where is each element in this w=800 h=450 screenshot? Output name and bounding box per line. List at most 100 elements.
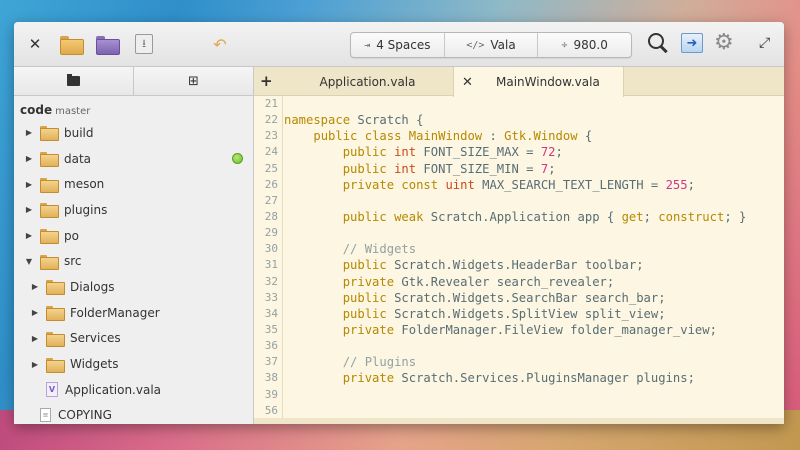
header-bar: ✕ ⭳ ↶ ⇥ 4 Spaces </> Vala ÷ 980.0 ➜ ⚙ ⤢ <box>14 22 784 67</box>
gear-icon[interactable]: ⚙ <box>714 31 734 55</box>
line-selector[interactable]: ÷ 980.0 <box>537 33 631 57</box>
code-line[interactable]: 24 public int FONT_SIZE_MAX = 72; <box>254 144 784 160</box>
code-line[interactable]: 28 public weak Scratch.Application app {… <box>254 209 784 225</box>
expander-arrow-down-icon[interactable]: ▼ <box>24 257 34 266</box>
tab-symbols[interactable]: ⊞ <box>133 67 253 95</box>
tree-item-plugins[interactable]: ▶ plugins <box>14 197 253 223</box>
folder-icon <box>46 357 65 373</box>
code-token: 255 <box>665 177 688 192</box>
tree-item-src[interactable]: ▼ src <box>14 248 253 274</box>
folder-icon <box>40 126 59 142</box>
tree-item-copying[interactable]: ≡ COPYING <box>14 403 253 424</box>
tree-item-label: data <box>64 151 92 166</box>
tab-application-vala[interactable]: Application.vala <box>282 67 454 96</box>
folder-icon <box>46 280 65 296</box>
tab-files[interactable] <box>14 67 133 95</box>
code-line[interactable]: 36 <box>254 338 784 354</box>
fullscreen-icon[interactable]: ⤢ <box>759 35 770 51</box>
code-token: FONT_SIZE_MAX = <box>416 145 541 160</box>
code-line[interactable]: 29 <box>254 225 784 241</box>
outline-icon: ⊞ <box>188 73 199 89</box>
code-token: MainWindow <box>408 129 483 144</box>
line-source: // Plugins <box>280 354 416 370</box>
code-line[interactable]: 33 public Scratch.Widgets.SearchBar sear… <box>254 290 784 306</box>
revert-button[interactable]: ↶ <box>207 32 233 56</box>
tree-item-data[interactable]: ▶ data <box>14 146 253 172</box>
indent-selector[interactable]: ⇥ 4 Spaces <box>351 33 444 57</box>
line-source: private Scratch.Services.PluginsManager … <box>280 370 695 386</box>
code-line[interactable]: 56 <box>254 403 784 419</box>
code-token: Scratch { <box>350 113 424 128</box>
open-folder-button[interactable] <box>58 32 84 56</box>
code-line[interactable]: 26 private const uint MAX_SEARCH_TEXT_LE… <box>254 177 784 193</box>
folder-icon <box>46 331 65 347</box>
search-icon[interactable] <box>648 33 670 55</box>
expander-arrow-icon[interactable]: ▶ <box>24 180 34 189</box>
code-icon: </> <box>466 39 485 51</box>
code-line[interactable]: 22 namespace Scratch { <box>254 112 784 128</box>
save-button[interactable]: ⭳ <box>131 32 157 56</box>
tree-item-meson[interactable]: ▶ meson <box>14 171 253 197</box>
open-project-button[interactable] <box>94 32 120 56</box>
code-line[interactable]: 25 public int FONT_SIZE_MIN = 7; <box>254 161 784 177</box>
code-line[interactable]: 35 private FolderManager.FileView folder… <box>254 322 784 338</box>
expander-arrow-icon[interactable]: ▶ <box>30 308 40 317</box>
tree-item-po[interactable]: ▶ po <box>14 223 253 249</box>
line-source: private FolderManager.FileView folder_ma… <box>280 322 717 338</box>
code-line[interactable]: 34 public Scratch.Widgets.SplitView spli… <box>254 306 784 322</box>
code-token: weak <box>394 209 424 224</box>
expander-arrow-icon[interactable]: ▶ <box>30 282 40 291</box>
line-number: 23 <box>264 129 278 143</box>
tree-item-dialogs[interactable]: ▶ Dialogs <box>14 274 253 300</box>
tab-mainwindow-vala[interactable]: ✕ MainWindow.vala <box>453 67 624 97</box>
code-token: Gtk.Revealer search_revealer; <box>394 274 615 289</box>
project-header[interactable]: code master <box>14 96 253 120</box>
language-label: Vala <box>490 38 516 52</box>
code-line[interactable]: 38 private Scratch.Services.PluginsManag… <box>254 370 784 386</box>
expander-arrow-icon[interactable]: ▶ <box>24 231 34 240</box>
expander-arrow-icon[interactable]: ▶ <box>24 128 34 137</box>
code-line[interactable]: 37 // Plugins <box>254 354 784 370</box>
tree-item-services[interactable]: ▶ Services <box>14 326 253 352</box>
folder-open-icon <box>40 254 59 270</box>
tree-item-widgets[interactable]: ▶ Widgets <box>14 351 253 377</box>
expander-arrow-icon[interactable]: ▶ <box>30 334 40 343</box>
editor-bottom-strip <box>254 418 784 424</box>
code-line[interactable]: 32 private Gtk.Revealer search_revealer; <box>254 274 784 290</box>
code-token: ; <box>548 161 556 176</box>
close-icon[interactable]: ✕ <box>462 75 473 90</box>
code-line[interactable]: 39 <box>254 387 784 403</box>
code-line[interactable]: 30 // Widgets <box>254 241 784 257</box>
expander-arrow-icon[interactable]: ▶ <box>30 360 40 369</box>
code-line[interactable]: 21 <box>254 96 784 112</box>
line-number: 31 <box>264 258 278 272</box>
code-token: uint <box>445 177 475 192</box>
code-token: private <box>342 274 395 289</box>
language-selector[interactable]: </> Vala <box>443 33 538 57</box>
code-line[interactable]: 31 public Scratch.Widgets.HeaderBar tool… <box>254 257 784 273</box>
new-tab-icon[interactable]: + <box>260 72 273 90</box>
line-source: public Scratch.Widgets.SearchBar search_… <box>280 290 666 306</box>
tree-item-label: Widgets <box>70 357 119 372</box>
share-icon[interactable]: ➜ <box>681 33 703 53</box>
line-source: public Scratch.Widgets.HeaderBar toolbar… <box>280 257 644 273</box>
tree-item-build[interactable]: ▶ build <box>14 120 253 146</box>
code-token: Scratch.Widgets.SplitView split_view; <box>386 306 666 321</box>
tree-item-application-vala[interactable]: V Application.vala <box>14 377 253 403</box>
code-line[interactable]: 27 <box>254 193 784 209</box>
code-view[interactable]: 21 22 namespace Scratch {23 public class M… <box>254 96 784 424</box>
code-line[interactable]: 23 public class MainWindow : Gtk.Window … <box>254 128 784 144</box>
code-token: int <box>394 145 417 160</box>
expander-arrow-icon[interactable]: ▶ <box>24 205 34 214</box>
close-icon[interactable]: ✕ <box>22 32 48 56</box>
tree-item-foldermanager[interactable]: ▶ FolderManager <box>14 300 253 326</box>
code-token: // Plugins <box>342 355 417 370</box>
revert-icon: ↶ <box>213 34 227 54</box>
expander-arrow-icon[interactable]: ▶ <box>24 154 34 163</box>
code-token: const <box>401 177 439 192</box>
